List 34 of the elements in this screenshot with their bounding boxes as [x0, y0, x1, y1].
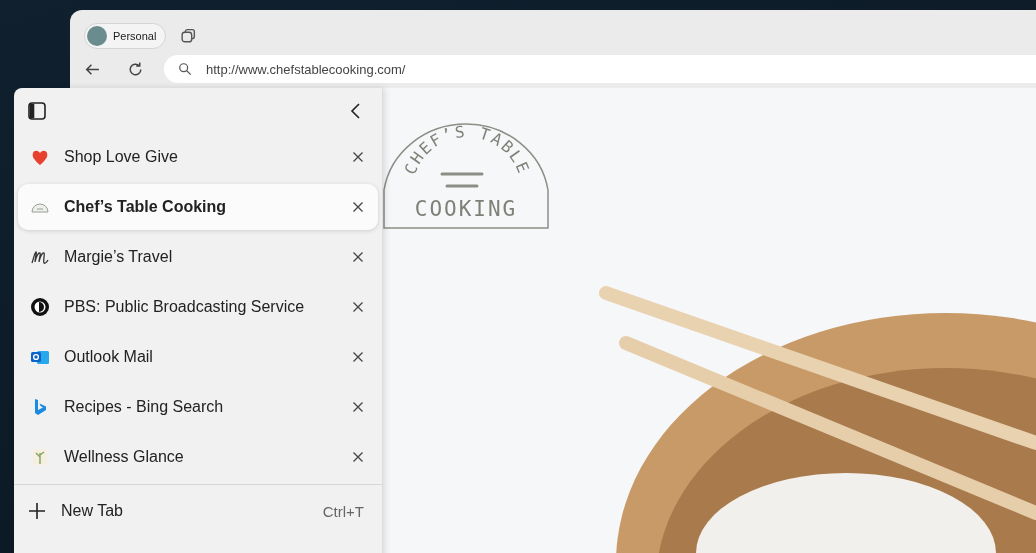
close-icon[interactable] [352, 351, 364, 363]
vertical-tab[interactable]: Wellness Glance [18, 434, 378, 480]
avatar-icon [87, 26, 107, 46]
tab-title: Chef’s Table Cooking [64, 198, 228, 216]
close-icon[interactable] [352, 151, 364, 163]
search-icon [178, 62, 192, 76]
vertical-tab[interactable]: PBS: Public Broadcasting Service [18, 284, 378, 330]
profile-button[interactable]: Personal [84, 23, 167, 49]
vertical-tab[interactable]: Chef’s Table Cooking [18, 184, 378, 230]
tab-title: Outlook Mail [64, 348, 154, 366]
close-icon[interactable] [352, 451, 364, 463]
url-text: http://www.chefstablecooking.com/ [206, 61, 406, 77]
favicon-icon [30, 447, 50, 467]
tab-title: PBS: Public Broadcasting Service [64, 298, 306, 316]
close-icon[interactable] [352, 401, 364, 413]
tab-title: Recipes - Bing Search [64, 398, 225, 416]
new-tab-button[interactable]: New Tab Ctrl+T [14, 485, 382, 537]
vertical-tab[interactable]: Outlook Mail [18, 334, 378, 380]
vertical-tab[interactable]: Recipes - Bing Search [18, 384, 378, 430]
workspaces-icon[interactable] [180, 27, 198, 45]
plus-icon [27, 501, 47, 521]
shortcut-text: Ctrl+T [322, 502, 364, 520]
address-bar[interactable]: http://www.chefstablecooking.com/ [164, 55, 1036, 83]
vertical-tab[interactable]: Margie’s Travel [18, 234, 378, 280]
favicon-icon [30, 297, 50, 317]
vertical-tab[interactable]: Shop Love Give [18, 134, 378, 180]
close-icon[interactable] [352, 251, 364, 263]
close-icon[interactable] [352, 301, 364, 313]
refresh-icon[interactable] [127, 60, 144, 78]
close-icon[interactable] [352, 201, 364, 213]
tab-title: Margie’s Travel [64, 248, 174, 266]
tab-title: Wellness Glance [64, 448, 185, 466]
sidebar-layout-icon[interactable] [27, 101, 47, 121]
tab-title: Shop Love Give [64, 148, 179, 166]
